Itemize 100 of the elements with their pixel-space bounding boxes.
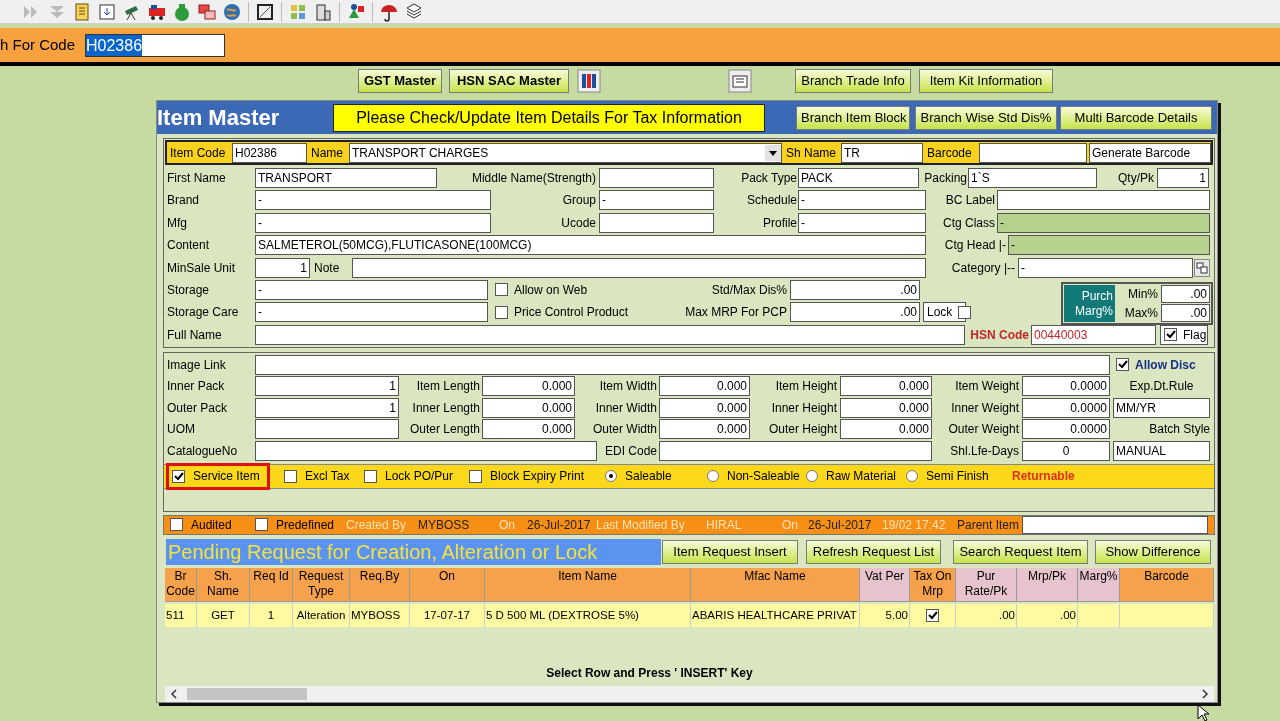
checkbox[interactable] <box>495 283 508 297</box>
dropdown-field[interactable]: TRANSPORT CHARGES <box>349 142 782 163</box>
text-field[interactable]: TRANSPORT <box>255 168 437 188</box>
text-field[interactable]: - <box>255 302 488 323</box>
column-header: On <box>410 567 485 602</box>
checkbox[interactable] <box>495 305 508 319</box>
number-field[interactable]: 0.0000 <box>1022 397 1110 418</box>
request-button[interactable]: Refresh Request List <box>806 539 941 564</box>
text-field[interactable]: - <box>1018 257 1193 278</box>
field-label: Outer Height <box>767 421 837 439</box>
checkbox[interactable] <box>1116 358 1129 372</box>
number-field[interactable]: 0.000 <box>840 419 932 440</box>
number-field[interactable]: 0.000 <box>659 376 750 397</box>
request-button[interactable]: Search Request Item <box>953 539 1088 564</box>
radio-button[interactable] <box>707 470 719 483</box>
number-field[interactable]: 0.0000 <box>1022 419 1110 440</box>
text-field[interactable] <box>599 168 714 188</box>
text-field[interactable]: 1`S <box>968 168 1097 188</box>
text-field[interactable]: PACK <box>798 168 919 188</box>
stacked-cards-icon[interactable] <box>197 1 217 22</box>
text-field[interactable]: - <box>255 279 488 300</box>
radio-button[interactable] <box>605 470 617 483</box>
request-button[interactable]: Show Difference <box>1095 539 1211 564</box>
text-field[interactable]: MM/YR <box>1113 397 1210 418</box>
number-field[interactable]: 0 <box>1022 440 1110 461</box>
window-button[interactable]: Branch Wise Std Dis% <box>915 105 1057 130</box>
lookup-icon[interactable] <box>1194 258 1210 277</box>
bar-chart-icon[interactable] <box>577 69 601 93</box>
checkbox[interactable] <box>284 469 297 483</box>
number-field[interactable]: .00 <box>1161 304 1210 322</box>
text-field[interactable]: - <box>255 212 491 233</box>
checkbox[interactable] <box>364 469 377 483</box>
document-icon[interactable] <box>728 69 752 93</box>
globe-icon[interactable] <box>222 1 242 22</box>
checkbox[interactable] <box>255 518 268 532</box>
number-field[interactable]: 0.000 <box>659 397 750 418</box>
text-field[interactable] <box>1022 515 1208 534</box>
text-field[interactable] <box>599 212 714 233</box>
text-field[interactable]: - <box>997 212 1210 233</box>
search-field[interactable]: H02386 <box>85 33 225 57</box>
checkbox[interactable] <box>958 305 972 319</box>
text-field[interactable]: - <box>255 190 491 211</box>
number-field[interactable]: .00 <box>790 302 920 323</box>
window-button[interactable]: Multi Barcode Details <box>1060 105 1212 130</box>
number-field[interactable]: .00 <box>790 279 920 300</box>
text-field[interactable]: H02386 <box>232 142 307 163</box>
toolbar-button[interactable]: Item Kit Information <box>919 69 1053 93</box>
checkbox-label: Lock <box>927 304 953 322</box>
number-field[interactable]: 0.000 <box>840 376 932 397</box>
request-button[interactable]: Item Request Insert <box>662 539 798 564</box>
checkbox[interactable] <box>926 608 939 622</box>
number-field[interactable]: 0.000 <box>482 419 575 440</box>
number-field[interactable]: 0.0000 <box>1022 376 1110 397</box>
toolbar-button[interactable]: Branch Trade Info <box>795 69 911 93</box>
text-field[interactable]: - <box>1008 235 1210 256</box>
number-field[interactable]: 0.000 <box>482 397 575 418</box>
info-text: On <box>499 516 516 534</box>
checkbox[interactable] <box>170 518 183 532</box>
text-field[interactable] <box>255 354 1110 375</box>
text-field[interactable]: SALMETEROL(50MCG),FLUTICASONE(100MCG) <box>255 235 926 256</box>
text-field[interactable] <box>659 440 932 461</box>
radio-button[interactable] <box>906 470 918 483</box>
text-field[interactable]: 00440003 <box>1031 324 1156 345</box>
text-field[interactable]: - <box>798 190 926 211</box>
text-field[interactable]: MANUAL <box>1113 440 1210 461</box>
number-field[interactable]: 0.000 <box>482 376 575 397</box>
number-field[interactable]: 1 <box>255 257 310 278</box>
text-field[interactable] <box>255 440 597 461</box>
info-text: Created By <box>346 516 408 534</box>
column-header: Req.By <box>350 567 410 602</box>
toolbar-button[interactable]: GST Master <box>358 69 442 93</box>
radio-button[interactable] <box>806 470 818 483</box>
number-field[interactable]: 1 <box>255 376 399 397</box>
horizontal-scrollbar[interactable] <box>165 685 1214 702</box>
form-icon[interactable] <box>97 1 117 22</box>
building-icon[interactable] <box>313 1 333 22</box>
checkbox[interactable] <box>172 469 185 483</box>
money-bag-icon[interactable] <box>172 1 192 22</box>
text-field[interactable] <box>255 419 399 440</box>
number-field[interactable]: 0.000 <box>659 419 750 440</box>
text-field[interactable]: TR <box>841 142 923 163</box>
scrollbar-thumb[interactable] <box>187 687 307 700</box>
generate-button[interactable]: Generate Barcode <box>1089 142 1211 163</box>
field-label: Max% <box>1123 305 1158 322</box>
text-field[interactable] <box>255 324 965 345</box>
notebook-icon[interactable] <box>72 1 92 22</box>
text-field[interactable] <box>352 257 926 278</box>
text-field[interactable] <box>997 190 1210 211</box>
text-field[interactable]: - <box>798 212 926 233</box>
toolbar-button[interactable]: HSN SAC Master <box>449 69 569 93</box>
number-field[interactable]: 1 <box>1157 168 1209 188</box>
number-field[interactable]: .00 <box>1161 285 1210 303</box>
text-field[interactable]: - <box>599 190 714 211</box>
table-cell: .00 <box>956 603 1017 627</box>
number-field[interactable]: 0.000 <box>840 397 932 418</box>
text-field[interactable] <box>979 142 1087 163</box>
checkbox[interactable] <box>1164 328 1177 342</box>
window-button[interactable]: Branch Item Block <box>796 105 910 130</box>
number-field[interactable]: 1 <box>255 397 399 418</box>
checkbox[interactable] <box>469 469 482 483</box>
